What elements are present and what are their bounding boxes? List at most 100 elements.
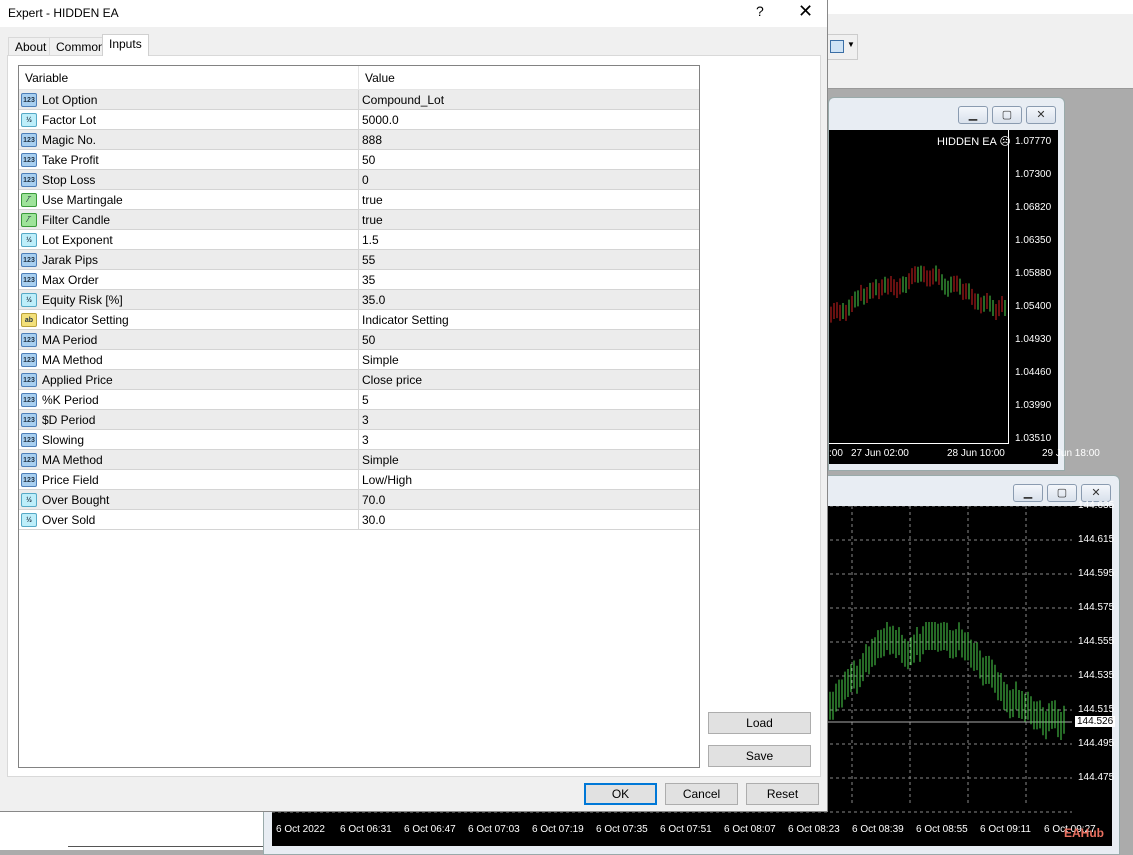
time-tick: 6 Oct 2022 — [276, 824, 325, 835]
variable-value[interactable]: 50 — [359, 330, 699, 349]
variable-name: MA Period — [42, 332, 98, 347]
close-button[interactable]: ✕ — [798, 1, 813, 22]
variable-name: Filter Candle — [42, 212, 111, 227]
variable-value[interactable]: 30.0 — [359, 510, 699, 529]
table-row[interactable]: 123 Stop Loss 0 — [19, 170, 699, 190]
variable-value[interactable]: true — [359, 210, 699, 229]
table-row[interactable]: 123 Magic No. 888 — [19, 130, 699, 150]
table-row[interactable]: 123 Applied Price Close price — [19, 370, 699, 390]
variable-value[interactable]: 1.5 — [359, 230, 699, 249]
minimize-icon[interactable]: ▁ — [958, 106, 988, 124]
variable-value[interactable]: 3 — [359, 410, 699, 429]
table-row[interactable]: 123 $D Period 3 — [19, 410, 699, 430]
table-row[interactable]: ⁄‾ Use Martingale true — [19, 190, 699, 210]
variable-value[interactable]: 888 — [359, 130, 699, 149]
time-tick: 6 Oct 08:07 — [724, 824, 776, 835]
time-tick: 28 Jun 10:00 — [947, 448, 1005, 459]
column-header-value[interactable]: Value — [359, 66, 401, 89]
column-header-variable[interactable]: Variable — [19, 66, 359, 89]
ok-button[interactable]: OK — [584, 783, 657, 805]
table-row[interactable]: ½ Over Bought 70.0 — [19, 490, 699, 510]
table-row[interactable]: 123 MA Period 50 — [19, 330, 699, 350]
dialog-titlebar: Expert - HIDDEN EA ? ✕ — [0, 0, 827, 27]
inputs-table[interactable]: Variable Value 123 Lot Option Compound_Lot ½… — [18, 65, 700, 768]
price-tick: 144.515 — [1078, 704, 1115, 715]
time-tick: 6 Oct 07:03 — [468, 824, 520, 835]
variable-name: Max Order — [42, 272, 99, 287]
variable-value[interactable]: Simple — [359, 450, 699, 469]
int-type-icon: 123 — [21, 372, 37, 387]
price-tick: 1.07300 — [1015, 169, 1052, 180]
cancel-button[interactable]: Cancel — [665, 783, 738, 805]
table-row[interactable]: 123 Slowing 3 — [19, 430, 699, 450]
help-button[interactable]: ? — [756, 3, 764, 19]
table-row[interactable]: ½ Equity Risk [%] 35.0 — [19, 290, 699, 310]
save-button[interactable]: Save — [708, 745, 811, 767]
variable-value[interactable]: 35.0 — [359, 290, 699, 309]
minimize-icon[interactable]: ▁ — [1013, 484, 1043, 502]
price-tick: 1.03990 — [1015, 400, 1052, 411]
int-type-icon: 123 — [21, 152, 37, 167]
variable-value[interactable]: 0 — [359, 170, 699, 189]
maximize-icon[interactable]: ▢ — [1047, 484, 1077, 502]
maximize-icon[interactable]: ▢ — [992, 106, 1022, 124]
variable-value[interactable]: Low/High — [359, 470, 699, 489]
table-row[interactable]: 123 Take Profit 50 — [19, 150, 699, 170]
candle-bars — [830, 265, 1006, 323]
price-tick: 1.04460 — [1015, 367, 1052, 378]
price-chart[interactable]: HIDDEN EA ☹ 1.07770 1.07300 1.06820 1.06350… — [829, 130, 1100, 464]
variable-name: Use Martingale — [42, 192, 123, 207]
variable-value[interactable]: 55 — [359, 250, 699, 269]
variable-value[interactable]: 3 — [359, 430, 699, 449]
variable-value[interactable]: Compound_Lot — [359, 90, 699, 109]
time-tick: 6 Oct 06:31 — [340, 824, 392, 835]
int-type-icon: 123 — [21, 432, 37, 447]
table-row[interactable]: 123 Lot Option Compound_Lot — [19, 90, 699, 110]
table-row[interactable]: 123 Jarak Pips 55 — [19, 250, 699, 270]
tab-inputs[interactable]: Inputs — [102, 34, 149, 56]
variable-value[interactable]: 5 — [359, 390, 699, 409]
table-row[interactable]: ⁄‾ Filter Candle true — [19, 210, 699, 230]
int-type-icon: 123 — [21, 132, 37, 147]
time-tick: 29 Jun 18:00 — [1042, 448, 1100, 459]
variable-value[interactable]: 70.0 — [359, 490, 699, 509]
variable-value[interactable]: 50 — [359, 150, 699, 169]
table-row[interactable]: 123 Price Field Low/High — [19, 470, 699, 490]
chart-window-eurusd[interactable]: ▁ ▢ ✕ HIDDEN EA ☹ 1.07770 1.07300 1.06820 1.0… — [828, 97, 1100, 471]
table-row[interactable]: 123 Max Order 35 — [19, 270, 699, 290]
variable-value[interactable]: 35 — [359, 270, 699, 289]
table-row[interactable]: 123 MA Method Simple — [19, 350, 699, 370]
tab-about[interactable]: About — [8, 37, 54, 55]
reset-button[interactable]: Reset — [746, 783, 819, 805]
load-button[interactable]: Load — [708, 712, 811, 734]
variable-value[interactable]: Indicator Setting — [359, 310, 699, 329]
time-tick: 6 Oct 09:11 — [980, 824, 1031, 835]
time-tick: 6 Oct 08:39 — [852, 824, 904, 835]
time-tick: 27 Jun 02:00 — [851, 448, 909, 459]
variable-value[interactable]: Close price — [359, 370, 699, 389]
price-tick: 144.615 — [1078, 534, 1115, 545]
price-tick: 1.07770 — [1015, 136, 1052, 147]
variable-name: Slowing — [42, 432, 85, 447]
table-row[interactable]: ½ Over Sold 30.0 — [19, 510, 699, 530]
table-row[interactable]: ½ Factor Lot 5000.0 — [19, 110, 699, 130]
int-type-icon: 123 — [21, 452, 37, 467]
table-row[interactable]: ½ Lot Exponent 1.5 — [19, 230, 699, 250]
variable-value[interactable]: true — [359, 190, 699, 209]
table-row[interactable]: 123 MA Method Simple — [19, 450, 699, 470]
variable-name: Jarak Pips — [42, 252, 99, 267]
double-type-icon: ½ — [21, 232, 37, 247]
table-row[interactable]: ab Indicator Setting Indicator Setting — [19, 310, 699, 330]
variable-name: MA Method — [42, 452, 103, 467]
variable-value[interactable]: 5000.0 — [359, 110, 699, 129]
chart-template-button[interactable]: ▼ — [828, 34, 858, 60]
int-type-icon: 123 — [21, 412, 37, 427]
close-window-icon[interactable]: ✕ — [1026, 106, 1056, 124]
variable-name: Over Sold — [42, 512, 96, 527]
int-type-icon: 123 — [21, 392, 37, 407]
terminal-toolbar: ▼ — [828, 14, 1133, 89]
table-row[interactable]: 123 %K Period 5 — [19, 390, 699, 410]
variable-value[interactable]: Simple — [359, 350, 699, 369]
int-type-icon: 123 — [21, 472, 37, 487]
terminal-titlebar — [828, 0, 1133, 14]
